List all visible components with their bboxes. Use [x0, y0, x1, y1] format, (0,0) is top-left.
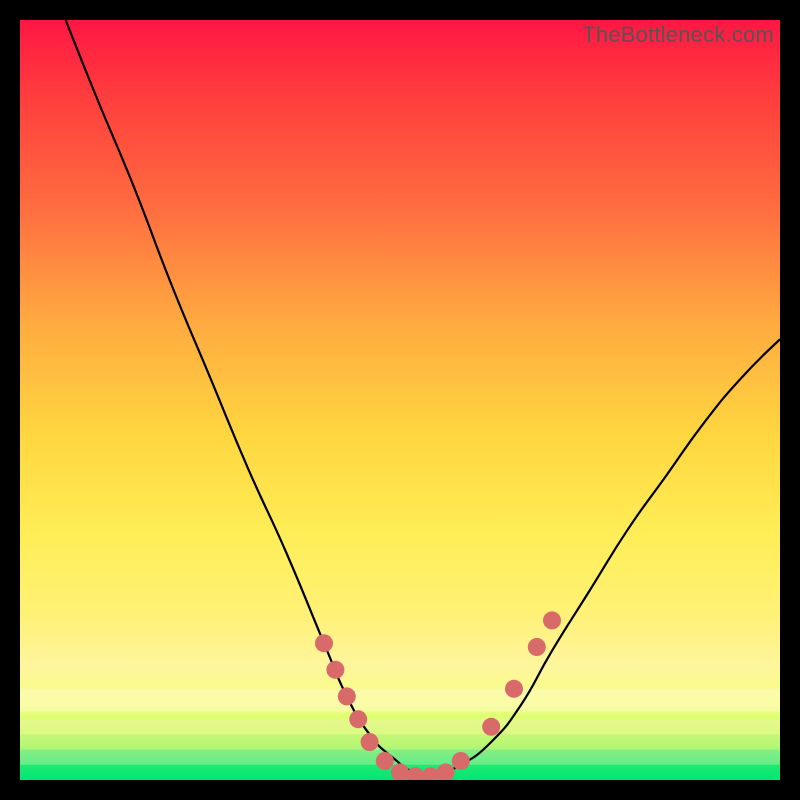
data-marker: [376, 752, 394, 770]
data-marker: [338, 687, 356, 705]
data-marker: [505, 680, 523, 698]
bottleneck-curve-path: [66, 20, 780, 775]
chart-svg: [20, 20, 780, 780]
data-marker: [361, 733, 379, 751]
band: [20, 734, 780, 749]
data-marker: [482, 718, 500, 736]
data-marker: [315, 634, 333, 652]
data-marker: [528, 638, 546, 656]
data-marker: [326, 661, 344, 679]
plot-area: TheBottleneck.com: [20, 20, 780, 780]
band: [20, 719, 780, 734]
chart-frame: TheBottleneck.com: [0, 0, 800, 800]
band: [20, 689, 780, 712]
data-marker: [452, 752, 470, 770]
data-marker: [349, 710, 367, 728]
data-marker: [543, 611, 561, 629]
